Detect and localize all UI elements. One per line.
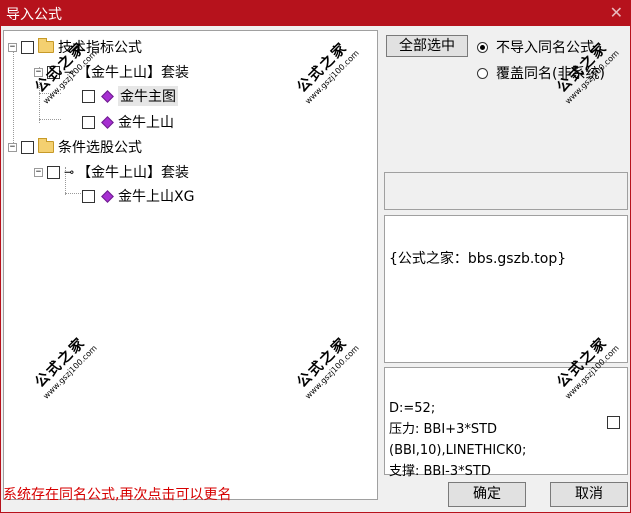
collapse-icon[interactable]: − (34, 167, 43, 177)
description-text: {公式之家：bbs.gszb.top} (389, 251, 567, 267)
title-bar: 导入公式 ✕ (0, 0, 631, 26)
radio-no-import-label: 不导入同名公式 (496, 40, 594, 56)
tree-node-label: 【金牛上山】套装 (77, 165, 190, 181)
key-icon: ⊸ (64, 65, 74, 79)
formula-code: D:=52; 压力: BBI+3*STD (BBI,10),LINETHICK0… (389, 398, 526, 482)
tree-node-label: 金牛上山 (118, 115, 174, 131)
close-icon[interactable]: ✕ (610, 3, 623, 22)
formula-gem-icon (101, 189, 114, 203)
collapse-icon[interactable]: − (8, 42, 17, 52)
collapse-icon[interactable]: − (34, 67, 43, 77)
code-line: 支撑: BBI-3*STD (389, 464, 491, 479)
folder-icon (38, 138, 54, 153)
formula-tree[interactable]: − 技术指标公式 − ⊸ 【金牛上山】套装 金牛主图 金牛上山 − 条件选股公式 (3, 30, 378, 500)
code-line: D:=52; (389, 401, 436, 416)
folder-icon (38, 38, 54, 53)
tree-node-set-2[interactable]: − ⊸ 【金牛上山】套装 (34, 162, 189, 182)
checkbox[interactable] (47, 65, 60, 79)
checkbox[interactable] (21, 140, 34, 154)
tree-node-label: 条件选股公式 (58, 140, 142, 156)
formula-gem-icon (101, 89, 114, 103)
status-message: 系统存在同名公式,再次点击可以更名 (3, 487, 232, 503)
tree-node-bull-up[interactable]: 金牛上山 (78, 112, 174, 132)
checkbox[interactable] (82, 89, 95, 103)
tree-node-tech-indicators[interactable]: − 技术指标公式 (8, 37, 142, 57)
dialog-body: − 技术指标公式 − ⊸ 【金牛上山】套装 金牛主图 金牛上山 − 条件选股公式 (0, 26, 631, 513)
tree-node-set-1[interactable]: − ⊸ 【金牛上山】套装 (34, 62, 189, 82)
checkbox[interactable] (47, 165, 60, 179)
key-icon: ⊸ (64, 165, 74, 179)
tree-node-stock-selection[interactable]: − 条件选股公式 (8, 137, 142, 157)
radio-overwrite[interactable]: 覆盖同名(非系统) (477, 63, 605, 83)
tree-node-bull-up-xg[interactable]: 金牛上山XG (78, 186, 194, 206)
radio-selected-icon[interactable] (477, 41, 488, 53)
tree-node-label: 金牛主图 (118, 86, 178, 106)
radio-unselected-icon[interactable] (477, 67, 488, 79)
radio-overwrite-label: 覆盖同名(非系统) (496, 66, 605, 82)
tree-node-main-chart[interactable]: 金牛主图 (78, 86, 178, 106)
checkbox[interactable] (82, 189, 95, 203)
code-checkbox[interactable] (607, 416, 620, 429)
collapse-icon[interactable]: − (8, 142, 17, 152)
checkbox[interactable] (21, 40, 34, 54)
window-title: 导入公式 (6, 7, 62, 23)
code-line: (BBI,10),LINETHICK0; (389, 443, 527, 458)
tree-node-label: 【金牛上山】套装 (77, 65, 190, 81)
radio-no-import[interactable]: 不导入同名公式 (477, 37, 594, 57)
rename-field[interactable] (384, 172, 628, 210)
cancel-button[interactable]: 取消 (550, 482, 628, 507)
description-box (384, 215, 628, 363)
select-all-button[interactable]: 全部选中 (386, 35, 468, 57)
formula-gem-icon (101, 115, 114, 129)
checkbox[interactable] (82, 115, 95, 129)
ok-button[interactable]: 确定 (448, 482, 526, 507)
tree-node-label: 金牛上山XG (118, 189, 195, 205)
tree-node-label: 技术指标公式 (58, 40, 142, 56)
code-line: 压力: BBI+3*STD (389, 422, 498, 437)
